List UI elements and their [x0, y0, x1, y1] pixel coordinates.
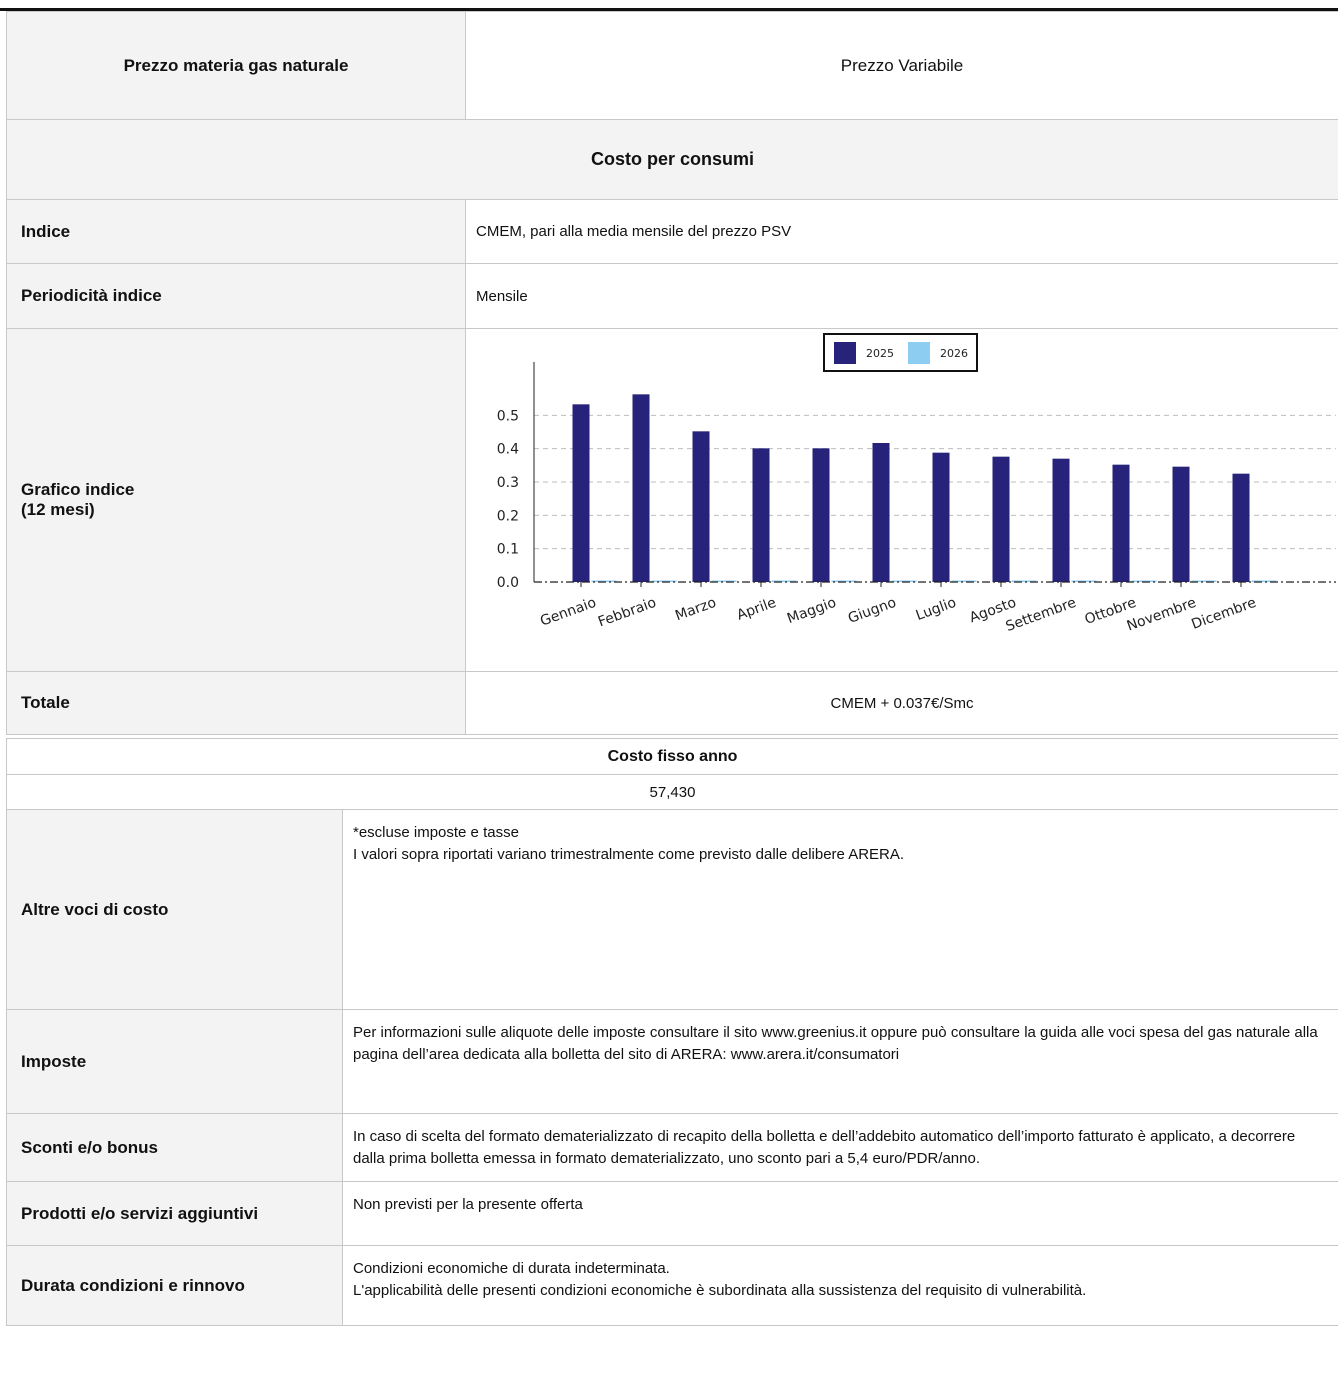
prodotti-label: Prodotti e/o servizi aggiuntivi — [6, 1181, 343, 1246]
bar-2025 — [872, 442, 890, 582]
bar-2025 — [812, 447, 830, 582]
durata-line2: L'applicabilità delle presenti condizion… — [353, 1282, 1087, 1299]
y-tick-label: 0.4 — [497, 441, 519, 457]
x-tick-label: Giugno — [846, 594, 898, 626]
altre-line2: I valori sopra riportati variano trimest… — [353, 846, 905, 863]
altre-text: *escluse imposte e tasse I valori sopra … — [342, 809, 1338, 1010]
y-tick-label: 0.1 — [497, 541, 519, 557]
row-grafico: Grafico indice (12 mesi) 0.0 0.1 0.2 0.3 0.4… — [6, 328, 1338, 672]
fisso-value: 57,430 — [6, 774, 1338, 810]
legend-label-2026: 2026 — [940, 347, 968, 360]
grafico-label-line2: (12 mesi) — [21, 500, 95, 519]
x-tick-label: Luglio — [914, 594, 959, 623]
x-tick-label: Gennaio — [538, 594, 598, 629]
grafico-label-line1: Grafico indice — [21, 480, 135, 499]
grafico-label: Grafico indice (12 mesi) — [6, 328, 466, 672]
row-fisso-value: 57,430 — [6, 774, 1338, 810]
indice-value: CMEM, pari alla media mensile del prezzo… — [465, 199, 1338, 264]
y-tick-label: 0.5 — [497, 408, 519, 424]
bar-2025 — [932, 452, 950, 582]
indice-label: Indice — [6, 199, 466, 264]
sconti-label: Sconti e/o bonus — [6, 1113, 343, 1182]
bar-2025 — [572, 403, 590, 582]
row-prodotti: Prodotti e/o servizi aggiuntivi Non prev… — [6, 1181, 1338, 1246]
y-tick-label: 0.3 — [497, 475, 519, 491]
totale-label: Totale — [6, 671, 466, 735]
row-consumi-header: Costo per consumi — [6, 119, 1338, 200]
durata-line1: Condizioni economiche di durata indeterm… — [353, 1260, 670, 1277]
x-tick-label: Novembre — [1125, 594, 1199, 634]
bar-2025 — [1052, 458, 1070, 582]
bar-2025 — [632, 393, 650, 582]
sconti-text: In caso di scelta del formato dematerial… — [342, 1113, 1338, 1182]
row-sconti: Sconti e/o bonus In caso di scelta del f… — [6, 1113, 1338, 1182]
altre-line1: *escluse imposte e tasse — [353, 824, 519, 841]
row-periodicita: Periodicità indice Mensile — [6, 263, 1338, 329]
row-durata: Durata condizioni e rinnovo Condizioni e… — [6, 1245, 1338, 1326]
row-totale: Totale CMEM + 0.037€/Smc — [6, 671, 1338, 735]
materia-label: Prezzo materia gas naturale — [6, 11, 466, 120]
materia-value: Prezzo Variabile — [465, 11, 1338, 120]
imposte-label: Imposte — [6, 1009, 343, 1114]
fisso-header: Costo fisso anno — [6, 738, 1338, 775]
imposte-text: Per informazioni sulle aliquote delle im… — [342, 1009, 1338, 1114]
bar-2025 — [692, 430, 710, 582]
legend-label-2025: 2025 — [866, 347, 894, 360]
x-tick-label: Marzo — [673, 594, 718, 624]
durata-text: Condizioni economiche di durata indeterm… — [342, 1245, 1338, 1326]
x-tick-label: Aprile — [735, 594, 779, 623]
bar-2025 — [992, 456, 1010, 582]
bar-2025 — [1112, 464, 1130, 582]
row-imposte: Imposte Per informazioni sulle aliquote … — [6, 1009, 1338, 1114]
totale-value: CMEM + 0.037€/Smc — [465, 671, 1338, 735]
costo-consumi-table: Prezzo materia gas naturale Prezzo Varia… — [6, 11, 1338, 735]
y-tick-label: 0.0 — [497, 575, 519, 591]
x-tick-label: Febbraio — [596, 594, 658, 630]
x-tick-label: Maggio — [785, 594, 838, 626]
index-bar-chart: 0.0 0.1 0.2 0.3 0.4 0.5 GennaioFebbraio Marzo Ap… — [497, 332, 1336, 634]
costo-fisso-table: Costo fisso anno 57,430 Altre voci di co… — [6, 738, 1338, 1326]
grafico-chart-cell: 0.0 0.1 0.2 0.3 0.4 0.5 Gennaio Febbraio Marzo Ap… — [465, 328, 1338, 672]
bar-2025 — [752, 447, 770, 582]
durata-label: Durata condizioni e rinnovo — [6, 1245, 343, 1326]
legend-swatch-2025 — [834, 341, 856, 364]
row-materia: Prezzo materia gas naturale Prezzo Varia… — [6, 11, 1338, 120]
altre-label: Altre voci di costo — [6, 809, 343, 1010]
row-indice: Indice CMEM, pari alla media mensile del… — [6, 199, 1338, 264]
consumi-header: Costo per consumi — [6, 119, 1338, 200]
row-fisso-header: Costo fisso anno — [6, 738, 1338, 775]
x-tick-label: Dicembre — [1189, 594, 1258, 632]
bar-2025 — [1172, 466, 1190, 582]
y-tick-label: 0.2 — [497, 508, 519, 524]
legend-swatch-2026 — [908, 341, 930, 364]
prodotti-text: Non previsti per la presente offerta — [342, 1181, 1338, 1246]
bar-2025 — [1232, 473, 1250, 582]
row-altre: Altre voci di costo *escluse imposte e t… — [6, 809, 1338, 1010]
periodicita-label: Periodicità indice — [6, 263, 466, 329]
periodicita-value: Mensile — [465, 263, 1338, 329]
